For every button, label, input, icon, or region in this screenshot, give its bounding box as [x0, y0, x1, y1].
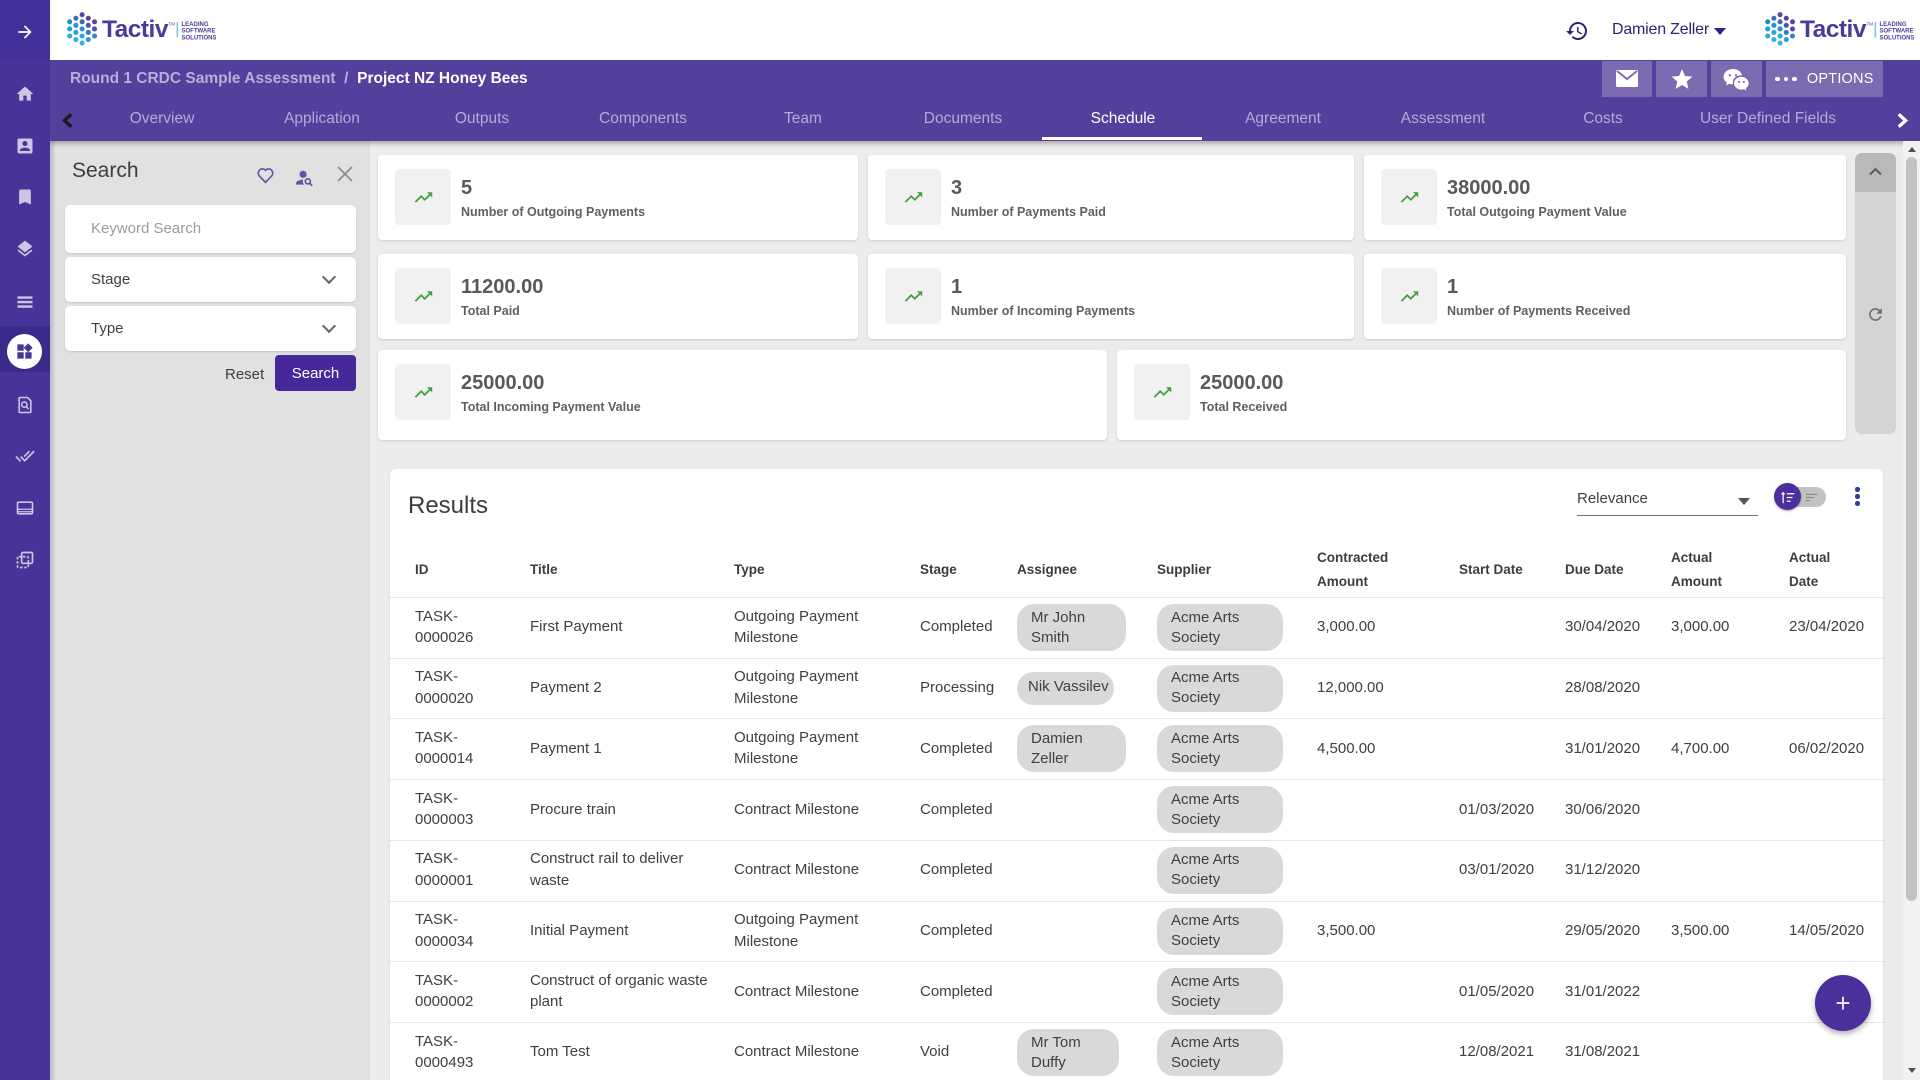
svg-text:TM: TM — [169, 22, 176, 27]
svg-text:SOLUTIONS: SOLUTIONS — [1880, 35, 1915, 41]
svg-text:Tactiv: Tactiv — [102, 16, 169, 43]
svg-text:SOFTWARE: SOFTWARE — [1880, 29, 1914, 35]
svg-text:SOLUTIONS: SOLUTIONS — [182, 35, 217, 41]
svg-text:LEADING: LEADING — [182, 22, 209, 28]
svg-text:TM: TM — [1867, 22, 1874, 27]
svg-text:Tactiv: Tactiv — [1800, 16, 1867, 43]
svg-text:LEADING: LEADING — [1880, 22, 1907, 28]
svg-text:SOFTWARE: SOFTWARE — [182, 29, 216, 35]
